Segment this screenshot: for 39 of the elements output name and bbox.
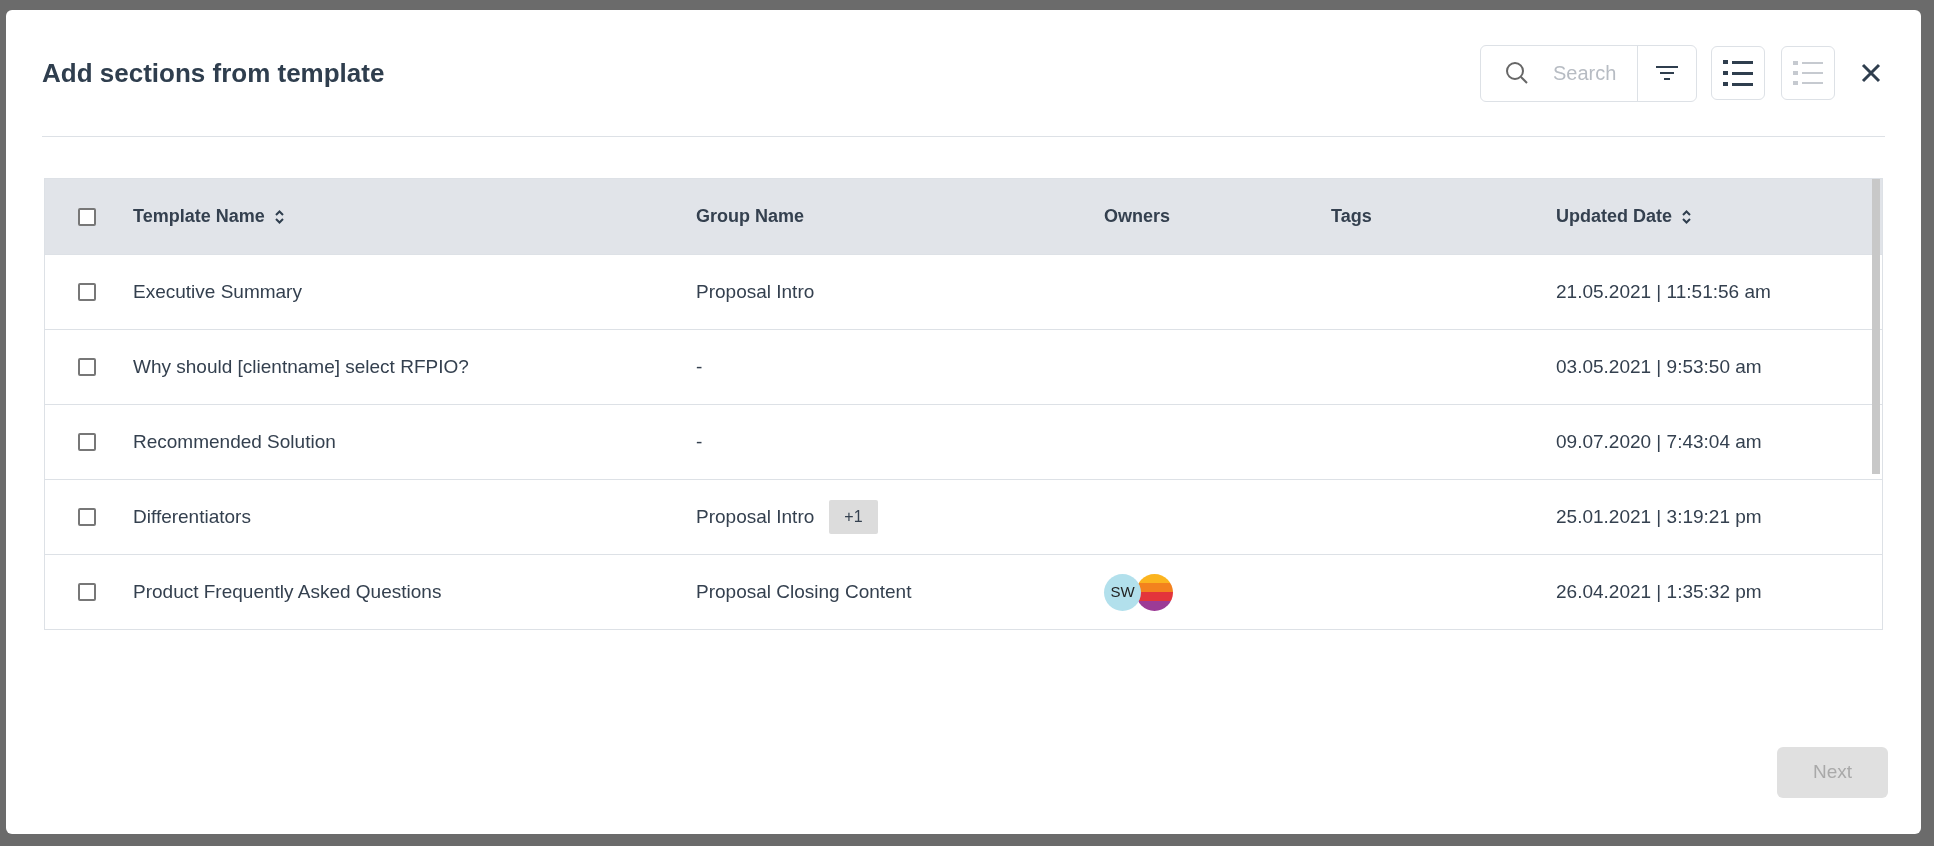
table-cell-text: 21.05.2021 | 11:51:56 am — [1556, 279, 1771, 304]
table-cell-text: 09.07.2020 | 7:43:04 am — [1556, 429, 1762, 454]
dialog-title: Add sections from template — [42, 56, 386, 90]
table-cell-text: Executive Summary — [133, 279, 302, 304]
owner-avatar: SW — [1104, 573, 1141, 611]
table-cell-text: Why should [clientname] select RFPIO? — [133, 354, 469, 379]
table-cell-text: Differentiators — [133, 504, 251, 529]
table-cell-text: 26.04.2021 | 1:35:32 pm — [1556, 579, 1762, 604]
table-cell-text: - — [696, 429, 703, 454]
table-cell-text: Recommended Solution — [133, 429, 336, 454]
search-input[interactable]: Search — [1553, 58, 1633, 88]
sort-icon[interactable] — [1682, 209, 1691, 224]
checkbox[interactable] — [78, 358, 96, 376]
table-cell-text: Proposal Intro — [696, 279, 815, 304]
table-cell-text: Proposal Intro — [696, 504, 815, 529]
numbered-list-icon — [1793, 60, 1823, 86]
search-icon — [1505, 61, 1529, 85]
table-cell-text: 25.01.2021 | 3:19:21 pm — [1556, 504, 1762, 529]
checkbox[interactable] — [78, 583, 96, 601]
table-cell-text: - — [696, 354, 703, 379]
column-header: Owners — [1104, 205, 1171, 228]
checkbox[interactable] — [78, 283, 96, 301]
bulleted-list-button[interactable] — [1711, 46, 1765, 100]
checkbox[interactable] — [78, 207, 96, 226]
close-icon — [1861, 63, 1881, 83]
checkbox[interactable] — [78, 433, 96, 451]
checkbox[interactable] — [78, 508, 96, 526]
owner-avatar-picture — [1136, 573, 1173, 611]
bulleted-list-icon — [1723, 60, 1753, 86]
table-cell-text: Proposal Closing Content — [696, 579, 912, 604]
table-cell-text: 03.05.2021 | 9:53:50 am — [1556, 354, 1762, 379]
column-header: Group Name — [696, 205, 805, 228]
column-header: Tags — [1331, 205, 1372, 228]
table-cell-text: Product Frequently Asked Questions — [133, 579, 442, 604]
column-header[interactable]: Updated Date — [1556, 203, 1672, 230]
sort-icon[interactable] — [274, 209, 284, 224]
column-header[interactable]: Template Name — [133, 203, 265, 230]
filter-icon — [1656, 66, 1678, 80]
more-groups-badge: +1 — [829, 500, 878, 534]
